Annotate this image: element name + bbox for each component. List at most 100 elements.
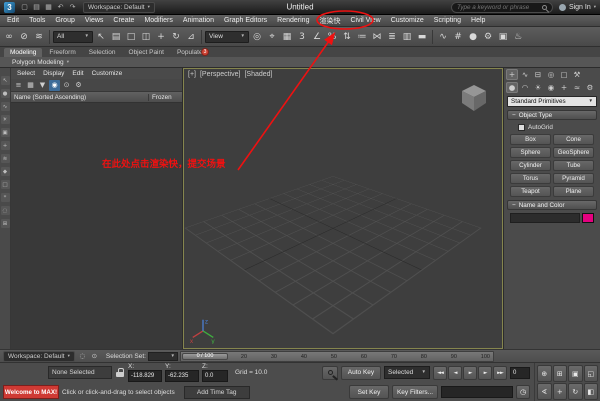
select-and-manipulate-icon[interactable]: ⌖ — [265, 29, 279, 45]
fov-icon[interactable]: ∢ — [537, 383, 552, 400]
viewport-menu-general[interactable]: [+] — [188, 71, 196, 78]
cone-button[interactable]: Cone — [553, 134, 594, 145]
filter-frozen-icon[interactable]: * — [1, 193, 10, 202]
maximize-viewport-icon[interactable]: ◧ — [584, 383, 599, 400]
se-settings-icon[interactable]: ⚙ — [73, 80, 84, 91]
se-display-icon[interactable]: ▦ — [25, 80, 36, 91]
se-menu-edit[interactable]: Edit — [68, 70, 87, 77]
spinner-snap-icon[interactable]: ⇅ — [340, 29, 354, 45]
ribbon-badge-3[interactable]: 3 — [201, 48, 209, 56]
zoom-all-icon[interactable]: ⊞ — [553, 365, 568, 382]
filter-cameras-icon[interactable]: ▣ — [1, 128, 10, 137]
se-sort-icon[interactable]: ≡ — [13, 80, 24, 91]
object-type-rollout[interactable]: − Object Type — [507, 110, 597, 120]
viewcube[interactable] — [458, 81, 490, 113]
mirror-icon[interactable]: ⋈ — [370, 29, 384, 45]
ribbon-tab-freeform[interactable]: Freeform — [43, 48, 81, 57]
ribbon-tab-selection[interactable]: Selection — [83, 48, 122, 57]
viewport-menu-shading[interactable]: [Shaded] — [244, 71, 272, 78]
select-and-move-icon[interactable]: + — [154, 29, 168, 45]
object-color-swatch[interactable] — [582, 213, 594, 223]
helpers-icon[interactable]: + — [558, 82, 570, 93]
menu-help[interactable]: Help — [466, 15, 490, 26]
pan-icon[interactable]: + — [553, 383, 568, 400]
selection-filter-dropdown[interactable]: All ▼ — [53, 31, 93, 43]
unlink-selection-icon[interactable]: ⊘ — [17, 29, 31, 45]
selection-lock-toggle-icon[interactable] — [115, 367, 125, 379]
hierarchy-tab-icon[interactable]: ⊟ — [532, 69, 544, 80]
sphere-button[interactable]: Sphere — [510, 147, 551, 158]
key-filter-set-dropdown[interactable]: Selected ▼ — [384, 366, 430, 379]
keyboard-override-icon[interactable]: ▦ — [280, 29, 294, 45]
plane-button[interactable]: Plane — [553, 186, 594, 197]
maxscript-mini-listener[interactable]: Welcome to MAX! — [3, 385, 59, 399]
se-menu-customize[interactable]: Customize — [88, 70, 127, 77]
geometry-icon[interactable]: ● — [506, 82, 518, 93]
y-coordinate-field[interactable]: -62.235 — [165, 370, 199, 382]
box-button[interactable]: Box — [510, 134, 551, 145]
reference-coordinate-dropdown[interactable]: View ▼ — [205, 31, 249, 43]
menu-scripting[interactable]: Scripting — [429, 15, 466, 26]
primitives-dropdown[interactable]: Standard Primitives ▼ — [507, 96, 597, 107]
menu-xuanrankuai[interactable]: 渲染快 — [314, 15, 345, 26]
utilities-tab-icon[interactable]: ⚒ — [571, 69, 583, 80]
add-time-tag[interactable]: Add Time Tag — [184, 386, 250, 399]
time-configuration-icon[interactable]: ◷ — [516, 385, 530, 399]
zoom-extents-icon[interactable]: ▣ — [568, 365, 583, 382]
use-pivot-center-icon[interactable]: ◎ — [250, 29, 264, 45]
set-key-mode-button[interactable] — [322, 366, 338, 380]
geosphere-button[interactable]: GeoSphere — [553, 147, 594, 158]
rendered-frame-icon[interactable]: ▣ — [496, 29, 510, 45]
scene-explorer-list[interactable] — [11, 103, 182, 349]
se-menu-select[interactable]: Select — [13, 70, 39, 77]
go-to-end-icon[interactable]: ►► — [493, 366, 507, 380]
schematic-view-icon[interactable]: # — [451, 29, 465, 45]
workspace-dropdown[interactable]: Workspace: Default ▾ — [83, 2, 155, 13]
cameras-icon[interactable]: ◉ — [545, 82, 557, 93]
menu-group[interactable]: Group — [50, 15, 79, 26]
create-tab-icon[interactable]: + — [506, 69, 518, 80]
track-bar[interactable]: 0 / 100 0102030405060708090100 — [180, 351, 494, 362]
sign-in[interactable]: Sign In ▾ — [559, 4, 596, 11]
menu-customize[interactable]: Customize — [386, 15, 429, 26]
se-filter-icon[interactable]: ▼ — [37, 80, 48, 91]
ribbon-toggle-icon[interactable]: ▬ — [415, 29, 429, 45]
motion-tab-icon[interactable]: ◎ — [545, 69, 557, 80]
redo-icon[interactable]: ↷ — [67, 2, 78, 13]
object-name-input[interactable] — [510, 213, 580, 223]
current-frame-field[interactable]: 0 — [510, 367, 530, 379]
menu-animation[interactable]: Animation — [178, 15, 219, 26]
se-select-children-icon[interactable]: ◉ — [49, 80, 60, 91]
zoom-icon[interactable]: ⊕ — [537, 365, 552, 382]
select-object-icon[interactable]: ↖ — [94, 29, 108, 45]
menu-civil-view[interactable]: Civil View — [345, 15, 385, 26]
select-by-name-icon[interactable]: ▤ — [109, 29, 123, 45]
selection-set-dropdown[interactable]: ▼ — [148, 352, 178, 361]
menu-views[interactable]: Views — [80, 15, 109, 26]
render-production-icon[interactable]: ♨ — [511, 29, 525, 45]
new-scene-icon[interactable]: ▢ — [19, 2, 30, 13]
select-and-link-icon[interactable]: ∞ — [2, 29, 16, 45]
z-coordinate-field[interactable]: 0.0 — [202, 370, 228, 382]
ribbon-tab-modeling[interactable]: Modeling — [4, 48, 42, 57]
search-input[interactable] — [457, 4, 539, 11]
curve-editor-icon[interactable]: ∿ — [436, 29, 450, 45]
column-header-name[interactable]: Name (Sorted Ascending) — [11, 94, 148, 101]
play-icon[interactable]: ► — [463, 366, 477, 380]
isolate-selection-icon[interactable]: ◌ — [77, 351, 88, 361]
perspective-viewport[interactable]: [+] [Perspective] [Shaded] x y z — [183, 68, 503, 349]
pyramid-button[interactable]: Pyramid — [553, 173, 594, 184]
shapes-icon[interactable]: ◠ — [519, 82, 531, 93]
display-tab-icon[interactable]: ▢ — [558, 69, 570, 80]
filter-geometry-icon[interactable]: ● — [1, 89, 10, 98]
undo-icon[interactable]: ↶ — [55, 2, 66, 13]
window-crossing-icon[interactable]: ◫ — [139, 29, 153, 45]
set-key-button[interactable]: Set Key — [349, 385, 389, 399]
se-lock-icon[interactable]: ⊙ — [61, 80, 72, 91]
polygon-modeling-label[interactable]: Polygon Modeling — [12, 59, 64, 66]
lights-icon[interactable]: ☀ — [532, 82, 544, 93]
autogrid-checkbox[interactable] — [518, 124, 525, 131]
menu-tools[interactable]: Tools — [24, 15, 50, 26]
filter-bones-icon[interactable]: ◆ — [1, 167, 10, 176]
name-and-color-rollout[interactable]: − Name and Color — [507, 200, 597, 210]
